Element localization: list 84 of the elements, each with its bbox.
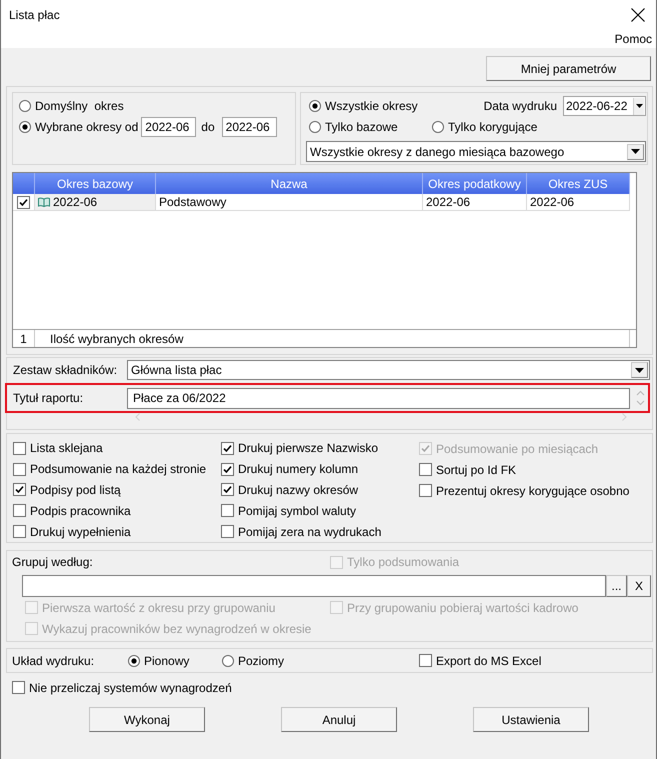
column-header[interactable]: Okres ZUS xyxy=(527,173,630,194)
checkbox[interactable] xyxy=(221,525,234,538)
settings-button[interactable]: Ustawienia xyxy=(473,707,589,732)
checkbox-label[interactable]: Lista sklejana xyxy=(30,442,103,454)
grouping-label: Grupuj według: xyxy=(12,556,94,568)
checkbox[interactable] xyxy=(221,442,234,455)
checkbox-label[interactable]: Podpis pracownika xyxy=(30,504,131,517)
radio-label[interactable]: Domyślny okres xyxy=(35,100,124,112)
checkbox[interactable] xyxy=(13,525,26,538)
to-field[interactable]: 2022-06 xyxy=(222,117,277,137)
checkbox-label[interactable]: Nie przeliczaj systemów wynagrodzeń xyxy=(29,682,232,694)
browse-button[interactable]: ... xyxy=(606,575,627,597)
column-header[interactable]: Okres podatkowy xyxy=(423,173,527,194)
execute-button[interactable]: Wykonaj xyxy=(89,707,205,732)
group-by-field[interactable] xyxy=(22,575,606,597)
checkbox[interactable] xyxy=(13,442,26,455)
checkbox-label[interactable]: Prezentuj okresy korygujące osobno xyxy=(436,484,630,496)
radio-button[interactable] xyxy=(19,121,31,133)
report-title-label: Tytuł raportu: xyxy=(12,392,84,404)
checkbox[interactable] xyxy=(221,504,234,518)
checkbox[interactable] xyxy=(419,484,432,497)
checkbox[interactable] xyxy=(13,462,26,476)
components-label: Zestaw składników: xyxy=(12,364,118,376)
fewer-parameters-button[interactable]: Mniej parametrów xyxy=(486,56,651,81)
radio-button[interactable] xyxy=(432,121,444,133)
book-icon xyxy=(38,197,50,207)
checkbox-label[interactable]: Podpisy pod listą xyxy=(30,484,121,496)
date-value: 2022-06-22 xyxy=(565,100,628,112)
radio-label[interactable]: Poziomy xyxy=(238,654,284,666)
cell-text: 2022-06 xyxy=(53,196,98,208)
checkbox[interactable] xyxy=(221,483,234,496)
caret-down-icon xyxy=(636,104,642,108)
checkbox-label[interactable]: Export do MS Excel xyxy=(436,654,542,666)
cancel-button[interactable]: Anuluj xyxy=(281,707,397,732)
dropdown-button[interactable] xyxy=(633,98,644,114)
radio-label[interactable]: Wszystkie okresy xyxy=(325,100,418,112)
radio-label[interactable]: Pionowy xyxy=(144,654,190,666)
column-header[interactable]: Nazwa xyxy=(156,173,423,194)
report-title-field[interactable]: Płace za 06/2022 xyxy=(127,388,630,408)
checkbox-label[interactable]: Drukuj pierwsze Nazwisko xyxy=(238,442,378,454)
footer-label: Ilość wybranych okresów xyxy=(35,330,630,347)
from-field[interactable]: 2022-06 xyxy=(141,117,196,137)
row-checkbox[interactable] xyxy=(17,196,30,208)
footer-count: 1 xyxy=(13,330,35,347)
radio-button[interactable] xyxy=(128,654,140,666)
table-cell: 2022-06 xyxy=(527,194,630,211)
radio-button[interactable] xyxy=(309,121,321,133)
checkbox[interactable] xyxy=(13,483,26,496)
caret-down-icon xyxy=(635,368,644,372)
checkbox[interactable] xyxy=(419,654,432,667)
clear-button[interactable]: X xyxy=(627,575,651,597)
checkbox[interactable] xyxy=(12,681,25,694)
checkbox[interactable] xyxy=(419,463,432,476)
layout-label: Układ wydruku: xyxy=(12,654,96,666)
checkbox-label[interactable]: Pomijaj zera na wydrukach xyxy=(238,526,382,538)
checkbox-label[interactable]: Drukuj nazwy okresów xyxy=(238,484,358,496)
dropdown-value: Wszystkie okresy z danego miesiąca bazowego xyxy=(309,146,566,158)
close-icon xyxy=(631,8,645,22)
dropdown-value: Główna lista płac xyxy=(130,364,223,376)
dropdown-button[interactable] xyxy=(631,362,648,378)
radio-label[interactable]: Tylko korygujące xyxy=(448,121,538,133)
radio-button[interactable] xyxy=(309,100,321,112)
components-dropdown[interactable]: Główna lista płac xyxy=(127,360,650,380)
checkbox-label[interactable]: Sortuj po Id FK xyxy=(436,464,516,476)
radio-button[interactable] xyxy=(19,100,31,112)
menu-item[interactable]: Pomoc xyxy=(614,33,652,45)
scope-dropdown[interactable]: Wszystkie okresy z danego miesiąca bazowego xyxy=(306,141,646,162)
window-title: Lista płac xyxy=(9,9,60,21)
print-date-field[interactable]: 2022-06-22 xyxy=(563,96,646,116)
to-label: do xyxy=(201,121,215,133)
dropdown-button[interactable] xyxy=(627,144,644,160)
radio-label[interactable]: Wybrane okresy od xyxy=(35,121,138,133)
checkbox-label[interactable]: Pomijaj symbol waluty xyxy=(238,504,356,517)
checkbox-label[interactable]: Drukuj wypełnienia xyxy=(30,526,131,538)
table-cell: 2022-06 xyxy=(423,194,527,211)
print-date-label: Data wydruku xyxy=(484,100,557,112)
checkbox[interactable] xyxy=(13,504,26,518)
checkbox-label[interactable]: Drukuj numery kolumn xyxy=(238,463,358,476)
radio-button[interactable] xyxy=(222,654,234,666)
checkbox-label[interactable]: Podsumowanie na każdej stronie xyxy=(30,463,206,476)
caret-down-icon xyxy=(631,149,640,154)
radio-label[interactable]: Tylko bazowe xyxy=(325,121,398,133)
checkbox[interactable] xyxy=(221,462,234,476)
table-cell: Podstawowy xyxy=(156,194,423,211)
